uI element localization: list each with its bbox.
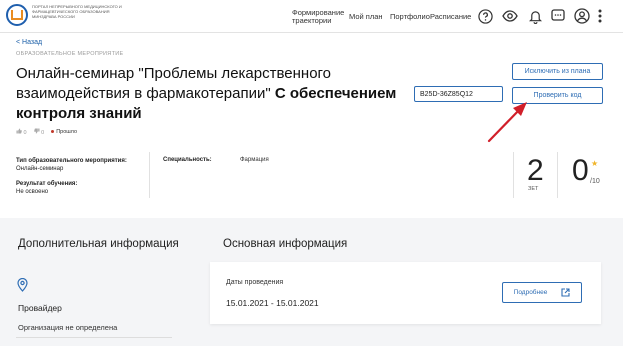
event-meta: 0 0 Прошло — [16, 128, 77, 136]
additional-info-heading: Дополнительная информация — [18, 238, 179, 250]
user-avatar-icon[interactable] — [574, 8, 590, 24]
bell-icon[interactable] — [527, 8, 543, 24]
more-details-button[interactable]: Подробнее — [502, 282, 582, 303]
main-info-heading: Основная информация — [223, 238, 348, 250]
help-icon[interactable] — [477, 8, 493, 24]
like-counter[interactable]: 0 — [16, 128, 27, 136]
nav-trajectory[interactable]: Формирование траектории — [292, 0, 344, 33]
divider — [16, 337, 172, 338]
specialty-label: Специальность: — [163, 157, 212, 163]
divider — [557, 152, 558, 198]
divider — [513, 152, 514, 198]
score-max: /10 — [590, 178, 600, 185]
event-type-block: Тип образовательного мероприятия: Онлайн… — [16, 157, 127, 196]
status-badge: Прошло — [51, 129, 77, 135]
external-link-icon — [561, 288, 570, 297]
dislike-count: 0 — [41, 130, 45, 136]
nav-schedule[interactable]: Расписание — [430, 0, 471, 33]
score-value: 0 — [572, 154, 589, 187]
thumb-down-icon — [33, 128, 40, 134]
learning-result-label: Результат обучения: — [16, 181, 78, 187]
code-input-field[interactable]: B25D-36Z85Q12 — [414, 86, 503, 102]
star-icon: ★ — [591, 159, 599, 168]
status-text: Прошло — [56, 129, 78, 135]
nav-portfolio[interactable]: Портфолио — [390, 0, 430, 33]
dates-value: 15.01.2021 - 15.01.2021 — [226, 298, 319, 308]
exclude-from-plan-button[interactable]: Исключить из плана — [512, 63, 603, 80]
thumb-up-icon — [16, 128, 22, 134]
divider — [149, 152, 150, 198]
dislike-counter[interactable]: 0 — [33, 128, 45, 136]
zet-value: 2 — [527, 154, 544, 187]
event-kind-label: ОБРАЗОВАТЕЛЬНОЕ МЕРОПРИЯТИЕ — [16, 51, 124, 57]
more-details-label: Подробнее — [513, 289, 548, 296]
portal-logo-icon[interactable] — [6, 4, 28, 26]
specialty-value: Фармация — [240, 157, 269, 163]
check-code-button[interactable]: Проверить код — [512, 87, 603, 104]
dates-card: Даты проведения 15.01.2021 - 15.01.2021 … — [210, 262, 601, 324]
provider-label: Провайдер — [18, 303, 62, 313]
dates-label: Даты проведения — [226, 279, 284, 286]
like-count: 0 — [23, 130, 27, 136]
event-type-value: Онлайн-семинар — [16, 166, 64, 172]
back-link[interactable]: < Назад — [16, 39, 42, 46]
eye-icon[interactable] — [502, 8, 518, 24]
event-type-label: Тип образовательного мероприятия: — [16, 158, 127, 164]
code-input-value: B25D-36Z85Q12 — [420, 90, 473, 98]
event-title: Онлайн-семинар "Проблемы лекарственного … — [16, 64, 408, 124]
location-pin-icon — [17, 277, 28, 297]
chat-icon[interactable] — [550, 8, 566, 24]
provider-value: Организация не определена — [18, 323, 118, 332]
top-header: Портал непрерывного медицинского и фарма… — [0, 0, 623, 33]
learning-result-value: Не освоено — [16, 189, 49, 195]
nav-my-plan[interactable]: Мой план — [349, 0, 383, 33]
status-dot-icon — [51, 130, 55, 133]
portal-logo-text[interactable]: Портал непрерывного медицинского и фарма… — [32, 4, 132, 19]
more-vertical-icon[interactable] — [594, 8, 606, 24]
zet-label: ЗЕТ — [528, 186, 539, 192]
